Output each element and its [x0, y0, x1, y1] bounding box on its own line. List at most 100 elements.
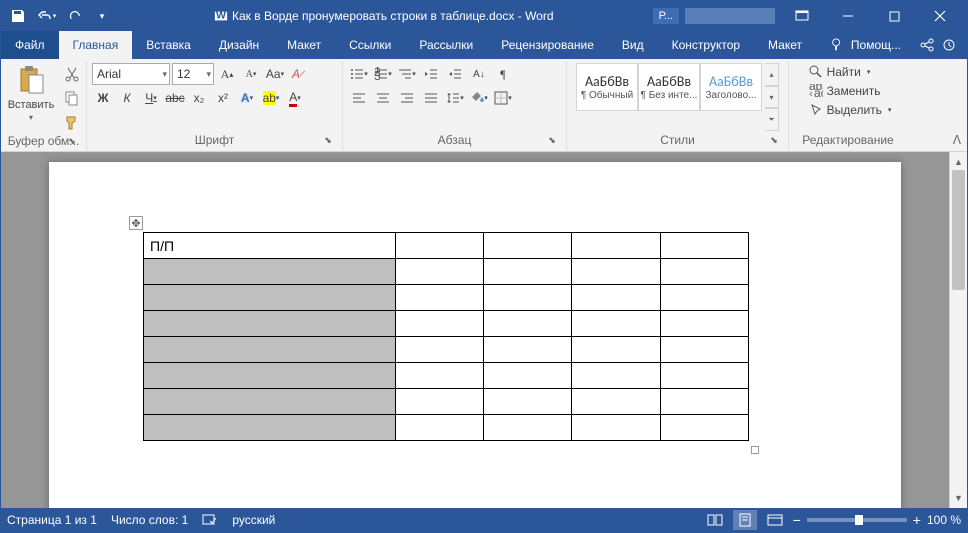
text-effects-icon[interactable]: A▾: [236, 87, 258, 109]
scroll-down-icon[interactable]: ▼: [950, 490, 967, 506]
activity-icon[interactable]: [941, 37, 957, 53]
table-row: [144, 363, 749, 389]
scroll-thumb[interactable]: [952, 170, 965, 290]
tab-references[interactable]: Ссылки: [335, 31, 405, 59]
underline-button[interactable]: Ч▾: [140, 87, 162, 109]
show-marks-icon[interactable]: ¶: [492, 63, 514, 85]
maximize-icon[interactable]: [871, 1, 917, 31]
zoom-level[interactable]: 100 %: [927, 513, 961, 527]
font-launcher-icon[interactable]: ⬊: [321, 133, 335, 147]
numbering-icon[interactable]: 123▾: [372, 63, 394, 85]
tab-home[interactable]: Главная: [59, 31, 133, 59]
zoom-thumb[interactable]: [855, 515, 863, 525]
table-move-handle-icon[interactable]: ✥: [129, 216, 143, 230]
find-button[interactable]: Найти▾: [805, 63, 896, 81]
user-placeholder: [685, 8, 775, 24]
status-spellcheck-icon[interactable]: [202, 513, 218, 527]
tell-me-text[interactable]: Помощ...: [851, 38, 901, 52]
align-right-icon[interactable]: [396, 87, 418, 109]
table-row: [144, 337, 749, 363]
align-center-icon[interactable]: [372, 87, 394, 109]
format-painter-icon[interactable]: [61, 111, 83, 133]
highlight-icon[interactable]: ab▾: [260, 87, 282, 109]
align-left-icon[interactable]: [348, 87, 370, 109]
line-spacing-icon[interactable]: ▾: [444, 87, 466, 109]
style-no-spacing[interactable]: АаБбВв¶ Без инте...: [638, 63, 700, 111]
status-page[interactable]: Страница 1 из 1: [7, 513, 97, 527]
zoom-out-icon[interactable]: −: [793, 512, 801, 528]
align-justify-icon[interactable]: [420, 87, 442, 109]
replace-button[interactable]: abacЗаменить: [805, 82, 896, 100]
font-name-combo[interactable]: Arial▾: [92, 63, 170, 85]
paste-button[interactable]: Вставить ▾: [4, 63, 59, 124]
collapse-ribbon-icon[interactable]: ᐱ: [947, 61, 967, 151]
undo-icon[interactable]: ▾: [33, 3, 59, 29]
bold-button[interactable]: Ж: [92, 87, 114, 109]
tab-insert[interactable]: Вставка: [132, 31, 205, 59]
superscript-button[interactable]: x²: [212, 87, 234, 109]
ribbon-options-icon[interactable]: [779, 1, 825, 31]
italic-button[interactable]: К: [116, 87, 138, 109]
share-icon[interactable]: [919, 37, 935, 53]
clipboard-launcher-icon[interactable]: ⬊: [65, 134, 79, 148]
tab-design[interactable]: Дизайн: [205, 31, 273, 59]
clear-format-icon[interactable]: A: [288, 63, 310, 85]
multilevel-icon[interactable]: ▾: [396, 63, 418, 85]
group-font-label: Шрифт: [195, 133, 234, 147]
table-header-cell[interactable]: П/П: [144, 233, 396, 259]
styles-more[interactable]: ▴▾⏷: [765, 63, 779, 131]
cut-icon[interactable]: [61, 63, 83, 85]
tab-file[interactable]: Файл: [1, 31, 59, 59]
table-resize-handle-icon[interactable]: [751, 446, 759, 454]
style-normal[interactable]: АаБбВв¶ Обычный: [576, 63, 638, 111]
tab-view[interactable]: Вид: [608, 31, 658, 59]
tell-me-icon[interactable]: [829, 37, 845, 53]
borders-icon[interactable]: ▾: [492, 87, 514, 109]
subscript-button[interactable]: x₂: [188, 87, 210, 109]
print-layout-icon[interactable]: [733, 510, 757, 530]
search-icon: [809, 65, 823, 79]
svg-text:3: 3: [374, 69, 381, 81]
shrink-font-icon[interactable]: A▾: [240, 63, 262, 85]
redo-icon[interactable]: [61, 3, 87, 29]
save-icon[interactable]: [5, 3, 31, 29]
grow-font-icon[interactable]: A▴: [216, 63, 238, 85]
web-layout-icon[interactable]: [763, 510, 787, 530]
strike-button[interactable]: abc: [164, 87, 186, 109]
tab-layout[interactable]: Макет: [273, 31, 335, 59]
style-heading1[interactable]: АаБбВвЗаголово...: [700, 63, 762, 111]
shading-icon[interactable]: ▾: [468, 87, 490, 109]
zoom-slider[interactable]: [807, 518, 907, 522]
sort-icon[interactable]: A↓: [468, 63, 490, 85]
read-mode-icon[interactable]: [703, 510, 727, 530]
qat-customize-icon[interactable]: ▾: [89, 3, 115, 29]
font-color-icon[interactable]: A▾: [284, 87, 306, 109]
tab-table-layout[interactable]: Макет: [754, 31, 816, 59]
window-title: W Как в Ворде пронумеровать строки в таб…: [115, 9, 653, 23]
bullets-icon[interactable]: ▾: [348, 63, 370, 85]
status-words[interactable]: Число слов: 1: [111, 513, 188, 527]
zoom-in-icon[interactable]: +: [913, 512, 921, 528]
document-table[interactable]: П/П: [143, 232, 749, 441]
paragraph-launcher-icon[interactable]: ⬊: [545, 133, 559, 147]
vertical-scrollbar[interactable]: ▲ ▼: [949, 152, 967, 508]
select-button[interactable]: Выделить▾: [805, 101, 896, 119]
minimize-icon[interactable]: [825, 1, 871, 31]
word-icon: W: [214, 9, 228, 23]
decrease-indent-icon[interactable]: [420, 63, 442, 85]
increase-indent-icon[interactable]: [444, 63, 466, 85]
scroll-up-icon[interactable]: ▲: [950, 154, 967, 170]
group-paragraph-label: Абзац: [438, 133, 472, 147]
group-styles-label: Стили: [660, 133, 695, 147]
styles-launcher-icon[interactable]: ⬊: [767, 133, 781, 147]
status-language[interactable]: русский: [232, 513, 275, 527]
close-icon[interactable]: [917, 1, 963, 31]
copy-icon[interactable]: [61, 87, 83, 109]
tab-mailings[interactable]: Рассылки: [405, 31, 487, 59]
change-case-icon[interactable]: Aa▾: [264, 63, 286, 85]
font-size-combo[interactable]: 12▾: [172, 63, 214, 85]
tab-table-design[interactable]: Конструктор: [658, 31, 754, 59]
document-viewport[interactable]: ✥ П/П: [1, 152, 949, 508]
tab-review[interactable]: Рецензирование: [487, 31, 608, 59]
user-name[interactable]: Р...: [653, 8, 679, 24]
